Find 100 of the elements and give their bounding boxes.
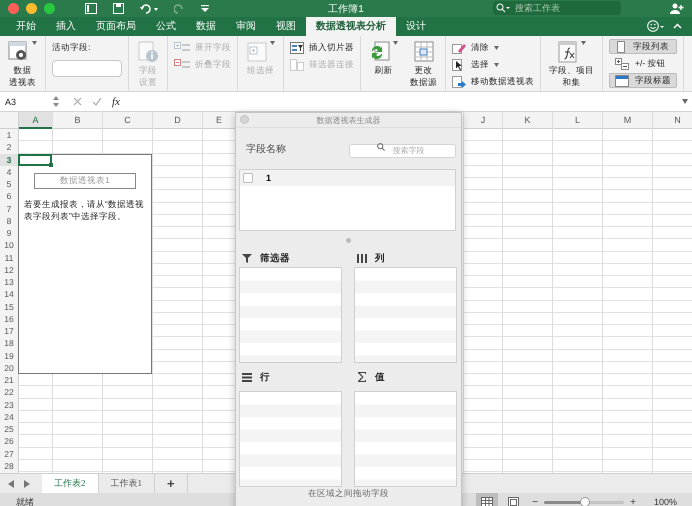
row-header[interactable]: 14 [0, 288, 18, 300]
row-header[interactable]: 3 [0, 154, 18, 166]
ribbon-toggle[interactable]: 字段列表 [609, 39, 677, 54]
row-header[interactable]: 16 [0, 312, 18, 325]
filter-connection-icon [290, 58, 304, 70]
check-icon[interactable] [92, 97, 102, 106]
checkbox[interactable] [243, 173, 253, 183]
ribbon-tab[interactable]: 审阅 [226, 17, 266, 36]
ribbon-tab[interactable]: 页面布局 [86, 17, 146, 36]
row-header[interactable]: 27 [0, 448, 18, 460]
ribbon-button[interactable]: 刷新 [367, 39, 400, 77]
row-header[interactable]: 8 [0, 214, 18, 227]
row-header[interactable]: 6 [0, 190, 18, 202]
row-header[interactable]: 2 [0, 141, 18, 154]
sidebar-icon[interactable] [85, 3, 97, 14]
redo-icon[interactable] [174, 4, 185, 14]
row-header[interactable]: 10 [0, 239, 18, 252]
expand-caret-icon[interactable] [682, 99, 688, 104]
field-item[interactable]: 1 [240, 170, 455, 186]
row-header[interactable]: 20 [0, 362, 18, 374]
drop-area[interactable] [354, 267, 457, 363]
active-field-input[interactable] [52, 60, 122, 77]
column-header[interactable]: N [653, 112, 692, 129]
add-person-icon[interactable] [670, 3, 684, 14]
column-header[interactable]: J [464, 112, 502, 129]
column-header[interactable]: B [53, 112, 102, 129]
previous-sheet-icon[interactable] [8, 480, 14, 488]
name-box[interactable]: A3 [0, 96, 53, 106]
ribbon-tab[interactable]: 开始 [6, 17, 46, 36]
row-header[interactable]: 9 [0, 227, 18, 240]
drop-area[interactable] [239, 391, 342, 487]
search-field[interactable]: 搜索字段 [349, 144, 456, 158]
undo-icon[interactable] [140, 4, 158, 14]
ribbon-toggle[interactable]: +/- 按钮 [609, 56, 677, 71]
window-title: 工作簿1 [328, 4, 364, 14]
row-header[interactable]: 23 [0, 398, 18, 411]
insert-function-button[interactable]: fx [112, 96, 120, 108]
row-header[interactable]: 13 [0, 276, 18, 288]
ribbon-button[interactable]: 选择 [452, 58, 534, 71]
column-header[interactable]: M [603, 112, 652, 129]
row-header[interactable]: 28 [0, 460, 18, 472]
ribbon-tab[interactable]: 公式 [146, 17, 186, 36]
column-header[interactable]: L [553, 112, 602, 129]
row-header[interactable]: 21 [0, 374, 18, 386]
ribbon-tab[interactable]: 插入 [46, 17, 86, 36]
area-label: 列 [375, 252, 385, 264]
ribbon-toggle[interactable]: 字段标题 [609, 73, 677, 88]
ribbon-tab[interactable]: 数据 [186, 17, 226, 36]
column-header[interactable]: A [19, 112, 52, 129]
column-header[interactable]: C [103, 112, 152, 129]
collapse-icon [174, 59, 190, 70]
row-header[interactable]: 11 [0, 252, 18, 264]
drop-area[interactable] [354, 391, 457, 487]
smiley-icon[interactable] [647, 20, 665, 32]
ribbon-tab[interactable]: 数据透视表分析 [306, 17, 396, 36]
field-label: 活动字段: [52, 42, 92, 54]
rows-icon [242, 372, 252, 382]
ribbon-button[interactable]: 字段、项目 和集 [547, 39, 596, 89]
next-sheet-icon[interactable] [24, 480, 30, 488]
ribbon-button[interactable]: 更改 数据源 [408, 39, 439, 89]
normal-view-button[interactable] [476, 493, 498, 506]
row-header[interactable]: 1 [0, 129, 18, 142]
row-header[interactable]: 5 [0, 178, 18, 190]
column-header[interactable]: D [153, 112, 202, 129]
caret-icon [581, 41, 586, 45]
row-header[interactable]: 17 [0, 325, 18, 338]
ribbon-tab[interactable]: 视图 [266, 17, 306, 36]
search-field[interactable]: 搜索工作表 [493, 1, 621, 15]
row-header[interactable]: 7 [0, 202, 18, 215]
row-header[interactable]: 18 [0, 337, 18, 350]
column-header[interactable]: E [203, 112, 235, 129]
zoom-in-button[interactable]: + [626, 496, 640, 506]
row-header[interactable]: 19 [0, 350, 18, 362]
column-header[interactable]: K [503, 112, 552, 129]
row-header[interactable]: 12 [0, 264, 18, 276]
stepper-icon[interactable] [53, 96, 59, 107]
save-icon[interactable] [113, 3, 124, 14]
ribbon-button[interactable]: 移动数据透视表 [452, 75, 534, 88]
close-icon[interactable] [240, 115, 249, 124]
row-header[interactable]: 4 [0, 166, 18, 178]
ribbon-button[interactable]: 清除 [452, 41, 534, 54]
row-header[interactable]: 15 [0, 300, 18, 313]
ribbon-button[interactable]: 数据 透视表 [6, 39, 39, 89]
customize-caret-icon[interactable] [201, 5, 209, 12]
resize-handle[interactable] [346, 238, 351, 242]
row-header[interactable]: 24 [0, 410, 18, 423]
minimize-icon[interactable] [26, 3, 37, 14]
zoom-icon[interactable] [44, 3, 55, 14]
selected-cell[interactable] [18, 154, 52, 166]
close-icon[interactable] [8, 3, 19, 14]
ribbon-button[interactable]: 插入切片器 [290, 41, 354, 54]
zoom-out-button[interactable]: − [528, 496, 542, 506]
drop-area[interactable] [239, 267, 342, 363]
sheet-tab[interactable]: 工作表2 [42, 474, 98, 493]
pivot-table-name: 数据透视表1 [34, 172, 136, 188]
row-header[interactable]: 25 [0, 423, 18, 436]
cancel-icon[interactable] [73, 97, 82, 106]
row-header[interactable]: 22 [0, 386, 18, 398]
row-header[interactable]: 26 [0, 435, 18, 448]
ribbon-tab[interactable]: 设计 [396, 17, 436, 36]
